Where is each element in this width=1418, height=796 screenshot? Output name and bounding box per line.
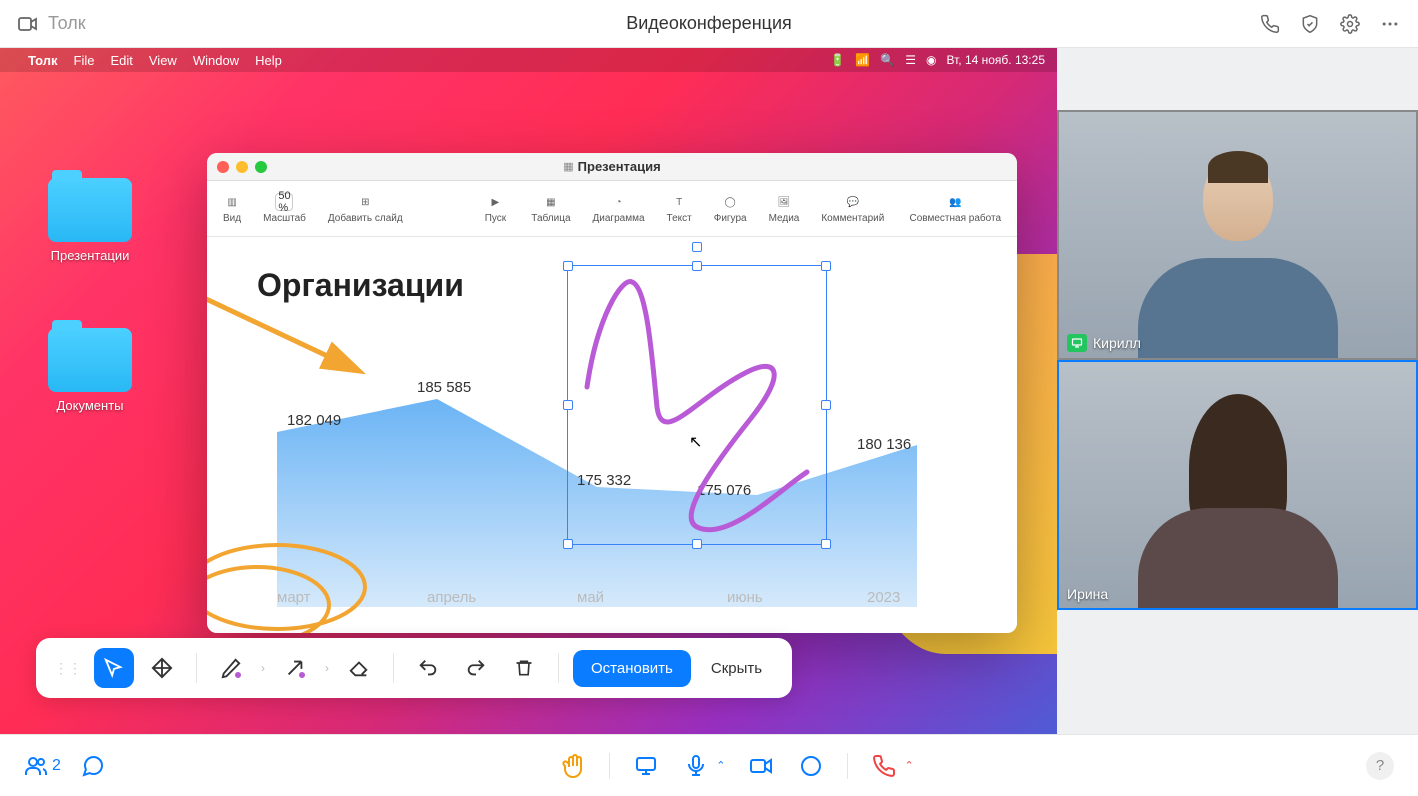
app-name: Толк [48, 13, 86, 34]
tb-collab[interactable]: 👥Совместная работа [910, 193, 1002, 224]
tb-text[interactable]: TТекст [667, 193, 692, 224]
hangup-options-chevron[interactable]: ⌃ [904, 759, 913, 772]
screen-share-area: Толк File Edit View Window Help 🔋 📶 🔍 ☰ … [0, 48, 1057, 734]
spotlight-icon: 🔍 [880, 53, 895, 67]
video-tile-irina[interactable]: Ирина [1057, 360, 1418, 610]
mac-clock: Вт, 14 нояб. 13:25 [947, 53, 1046, 67]
participants-pane: Кирилл Ирина [1057, 48, 1418, 734]
siri-icon: ◉ [926, 53, 936, 67]
eraser-tool[interactable] [339, 648, 379, 688]
tb-play[interactable]: ▶Пуск [485, 193, 506, 224]
mac-menu-3[interactable]: View [149, 53, 177, 68]
keynote-toolbar: ▥Вид 50 %Масштаб ⊞Добавить слайд ▶Пуск ▦… [207, 181, 1017, 237]
video-tile-kirill[interactable]: Кирилл [1057, 110, 1418, 360]
object-selection[interactable] [567, 265, 827, 545]
mac-menu-0[interactable]: Толк [28, 53, 58, 68]
more-icon[interactable] [1378, 12, 1402, 36]
hide-button[interactable]: Скрыть [699, 650, 774, 687]
keynote-window: ▦ Презентация ▥Вид 50 %Масштаб ⊞Добавить… [207, 153, 1017, 633]
tb-table[interactable]: ▦Таблица [531, 193, 570, 224]
app-topbar: Толк Видеоконференция [0, 0, 1418, 48]
app-logo-icon [16, 12, 40, 36]
wifi-icon: 📶 [855, 53, 870, 67]
mic-button[interactable] [682, 752, 710, 780]
window-titlebar: ▦ Презентация [207, 153, 1017, 181]
traffic-lights[interactable] [217, 161, 267, 173]
hangup-button[interactable] [870, 752, 898, 780]
call-controls-bar: 2 ⌃ ⌃ ? [0, 734, 1418, 796]
data-label: 180 136 [857, 436, 911, 453]
data-label: 185 585 [417, 379, 471, 396]
desktop-folder-presentations[interactable]: Презентации [40, 178, 140, 263]
share-screen-button[interactable] [632, 752, 660, 780]
pen-tool[interactable] [211, 648, 251, 688]
move-tool[interactable] [142, 648, 182, 688]
arrow-tool[interactable] [275, 648, 315, 688]
doc-icon: ▦ [563, 160, 573, 173]
participant-count: 2 [52, 757, 61, 775]
call-icon[interactable] [1258, 12, 1282, 36]
gear-icon[interactable] [1338, 12, 1362, 36]
x-tick: март [277, 589, 311, 606]
mac-menu-1[interactable]: File [74, 53, 95, 68]
battery-icon: 🔋 [830, 53, 845, 67]
pen-options-chevron[interactable]: › [259, 661, 267, 675]
slide-canvas[interactable]: Организации 182 049 185 585 175 332 175 … [207, 237, 1017, 633]
undo-button[interactable] [408, 648, 448, 688]
record-button[interactable] [797, 752, 825, 780]
screen-share-badge-icon [1067, 334, 1087, 352]
mac-menu-4[interactable]: Window [193, 53, 239, 68]
mic-options-chevron[interactable]: ⌃ [716, 759, 725, 772]
tb-shape[interactable]: ◯Фигура [714, 193, 747, 224]
tb-chart[interactable]: ◔Диаграмма [593, 193, 645, 224]
window-title: Презентация [578, 159, 661, 174]
cursor-icon: ↖ [689, 432, 702, 452]
arrow-options-chevron[interactable]: › [323, 661, 331, 675]
pointer-tool[interactable] [94, 648, 134, 688]
folder-icon [48, 178, 132, 242]
redo-button[interactable] [456, 648, 496, 688]
tb-comment[interactable]: 💬Комментарий [821, 193, 884, 224]
mac-menu-2[interactable]: Edit [110, 53, 132, 68]
drag-handle-icon[interactable]: ⋮⋮ [54, 660, 82, 677]
mac-menu-5[interactable]: Help [255, 53, 282, 68]
slide-title: Организации [257, 267, 464, 304]
participant-name: Ирина [1067, 586, 1108, 602]
data-label: 182 049 [287, 412, 341, 429]
annotation-toolbar: ⋮⋮ › › Остановить Скрыть [36, 638, 792, 698]
participants-button[interactable]: 2 [24, 752, 61, 780]
x-tick: май [577, 589, 604, 606]
raise-hand-button[interactable] [559, 752, 587, 780]
camera-button[interactable] [747, 752, 775, 780]
desktop-folder-documents[interactable]: Документы [40, 328, 140, 413]
page-title: Видеоконференция [626, 13, 792, 34]
mac-menubar: Толк File Edit View Window Help 🔋 📶 🔍 ☰ … [0, 48, 1057, 72]
tb-addslide[interactable]: ⊞Добавить слайд [328, 193, 403, 224]
year-label: 2023 [867, 589, 900, 606]
tb-media[interactable]: 🖼Медиа [769, 193, 800, 224]
control-center-icon: ☰ [905, 53, 916, 67]
folder-label: Документы [40, 398, 140, 413]
x-tick: июнь [727, 589, 763, 606]
chat-button[interactable] [79, 752, 107, 780]
tb-view[interactable]: ▥Вид [223, 193, 241, 224]
stop-button[interactable]: Остановить [573, 650, 691, 687]
participant-name: Кирилл [1093, 335, 1141, 351]
tb-zoom[interactable]: 50 %Масштаб [263, 193, 306, 224]
folder-label: Презентации [40, 248, 140, 263]
shield-icon[interactable] [1298, 12, 1322, 36]
delete-button[interactable] [504, 648, 544, 688]
help-button[interactable]: ? [1366, 752, 1394, 780]
folder-icon [48, 328, 132, 392]
x-tick: апрель [427, 589, 476, 606]
